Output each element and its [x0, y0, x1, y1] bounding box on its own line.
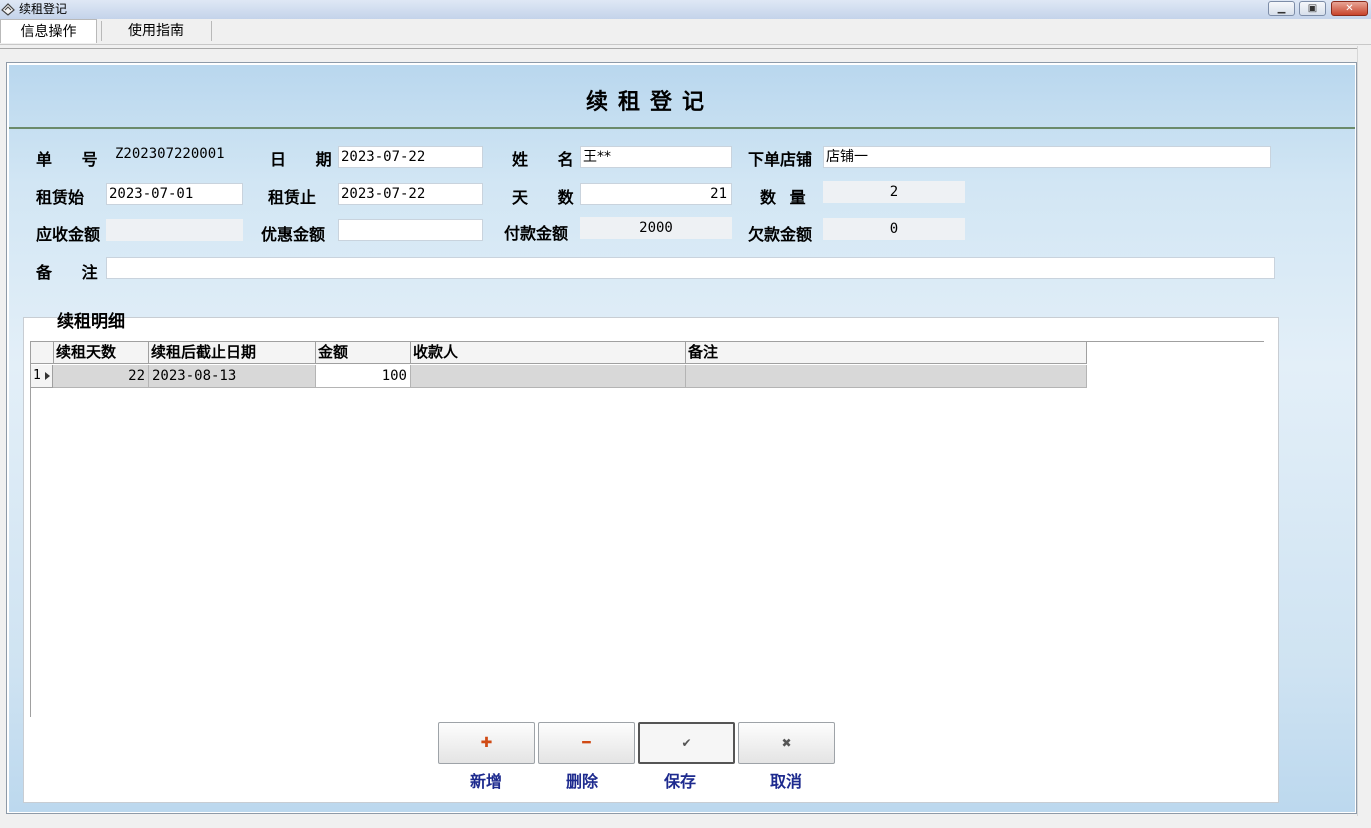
menu-bar: 信息操作 使用指南: [0, 19, 1371, 45]
discount-label: 优惠金额: [261, 225, 326, 244]
name-field[interactable]: 王**: [580, 146, 732, 168]
remark-field[interactable]: [106, 257, 1275, 279]
cell-amount[interactable]: 100: [316, 365, 411, 388]
minimize-icon: ▁: [1277, 3, 1286, 14]
column-header-days[interactable]: 续租天数: [54, 342, 149, 364]
cancel-button[interactable]: ✖: [738, 722, 835, 764]
menu-item-info-ops[interactable]: 信息操作: [0, 19, 97, 43]
menu-separator: [211, 21, 212, 41]
delete-button-label[interactable]: 删除: [566, 768, 598, 792]
save-button[interactable]: ✔: [638, 722, 735, 764]
add-button-label[interactable]: 新增: [470, 768, 502, 792]
cell-payee[interactable]: [411, 365, 686, 388]
owed-field: 0: [823, 218, 965, 240]
column-header-payee[interactable]: 收款人: [411, 342, 686, 364]
row-header[interactable]: 1: [31, 365, 53, 388]
order-no-label: 单 号: [36, 150, 110, 169]
row-index: 1: [33, 368, 41, 383]
close-button[interactable]: ✕: [1331, 1, 1368, 16]
minus-icon: ━: [582, 735, 591, 751]
maximize-button[interactable]: ▣: [1299, 1, 1326, 16]
store-field[interactable]: 店铺一: [823, 146, 1271, 168]
delete-button[interactable]: ━: [538, 722, 635, 764]
date-field[interactable]: 2023-07-22: [338, 146, 483, 168]
vertical-scrollbar[interactable]: [1357, 46, 1371, 816]
window-title: 续租登记: [19, 2, 68, 16]
days-label: 天 数: [512, 188, 586, 207]
days-field[interactable]: 21: [580, 183, 732, 205]
qty-label: 数 量: [760, 188, 810, 207]
grid-border: [30, 341, 31, 717]
grid-corner-header: [31, 342, 54, 364]
receivable-label: 应收金额: [36, 225, 101, 244]
date-label: 日 期: [270, 150, 344, 169]
page-title: 续租登记: [585, 90, 714, 115]
window-title-bar: 续租登记 ▁ ▣ ✕: [0, 0, 1371, 20]
plus-icon: ✚: [480, 735, 493, 751]
column-header-amount[interactable]: 金额: [316, 342, 411, 364]
order-no-value: Z202307220001: [115, 146, 225, 162]
remark-label: 备 注: [36, 263, 110, 282]
rent-start-field[interactable]: 2023-07-01: [106, 183, 243, 205]
menu-separator: [101, 21, 102, 41]
app-icon: [1, 3, 15, 16]
detail-grid[interactable]: 续租天数 续租后截止日期 金额 收款人 备注 1 22 2023-08-13 1…: [30, 341, 1264, 717]
minimize-button[interactable]: ▁: [1268, 1, 1295, 16]
divider: [0, 48, 1357, 49]
add-button[interactable]: ✚: [438, 722, 535, 764]
close-icon: ✕: [1345, 3, 1354, 14]
rent-end-field[interactable]: 2023-07-22: [338, 183, 483, 205]
receivable-field: [106, 219, 243, 241]
header-divider: [9, 127, 1355, 129]
cell-days[interactable]: 22: [53, 365, 149, 388]
current-row-arrow-icon: [45, 372, 50, 380]
column-header-end-date[interactable]: 续租后截止日期: [149, 342, 316, 364]
qty-field: 2: [823, 181, 965, 203]
check-icon: ✔: [681, 736, 692, 750]
cancel-button-label[interactable]: 取消: [770, 768, 802, 792]
detail-title: 续租明细: [57, 312, 125, 332]
menu-item-guide[interactable]: 使用指南: [104, 19, 208, 43]
paid-label: 付款金额: [504, 224, 569, 243]
owed-label: 欠款金额: [748, 225, 813, 244]
name-label: 姓 名: [512, 150, 586, 169]
cell-remark[interactable]: [686, 365, 1087, 388]
rent-start-label: 租赁始: [36, 188, 85, 207]
store-label: 下单店铺: [748, 150, 813, 169]
cross-icon: ✖: [781, 736, 792, 750]
discount-field[interactable]: [338, 219, 483, 241]
maximize-icon: ▣: [1307, 3, 1318, 14]
paid-field: 2000: [580, 217, 732, 239]
column-header-remark[interactable]: 备注: [686, 342, 1087, 364]
save-button-label[interactable]: 保存: [664, 768, 696, 792]
cell-end-date[interactable]: 2023-08-13: [149, 365, 316, 388]
rent-end-label: 租赁止: [268, 188, 317, 207]
